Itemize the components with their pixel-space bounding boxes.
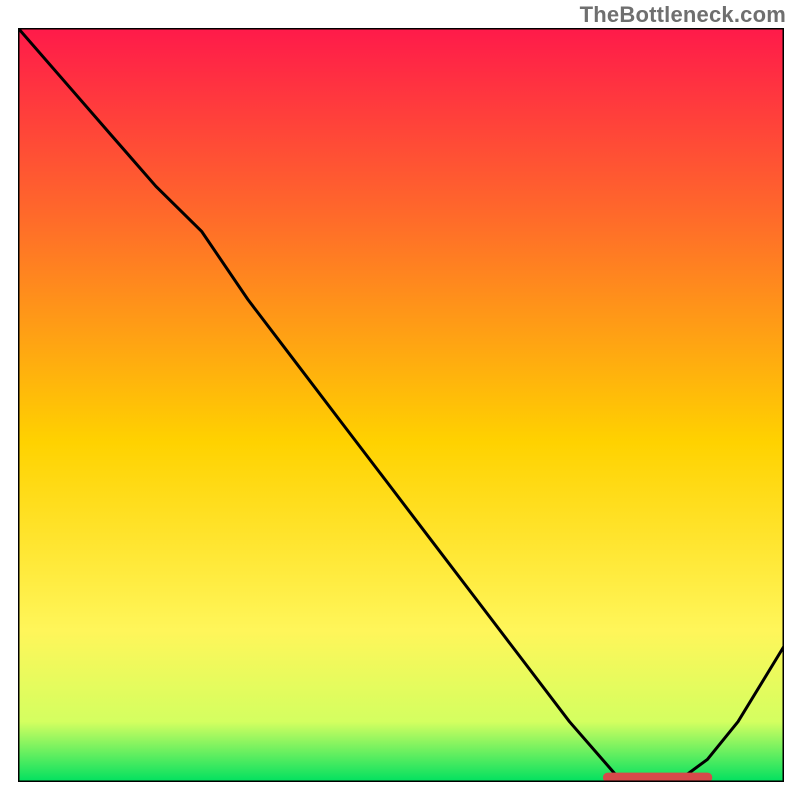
gradient-background bbox=[18, 28, 784, 782]
chart-stage: TheBottleneck.com bbox=[0, 0, 800, 800]
plot-area bbox=[18, 28, 784, 782]
chart-svg bbox=[18, 28, 784, 782]
watermark-text: TheBottleneck.com bbox=[580, 2, 786, 28]
